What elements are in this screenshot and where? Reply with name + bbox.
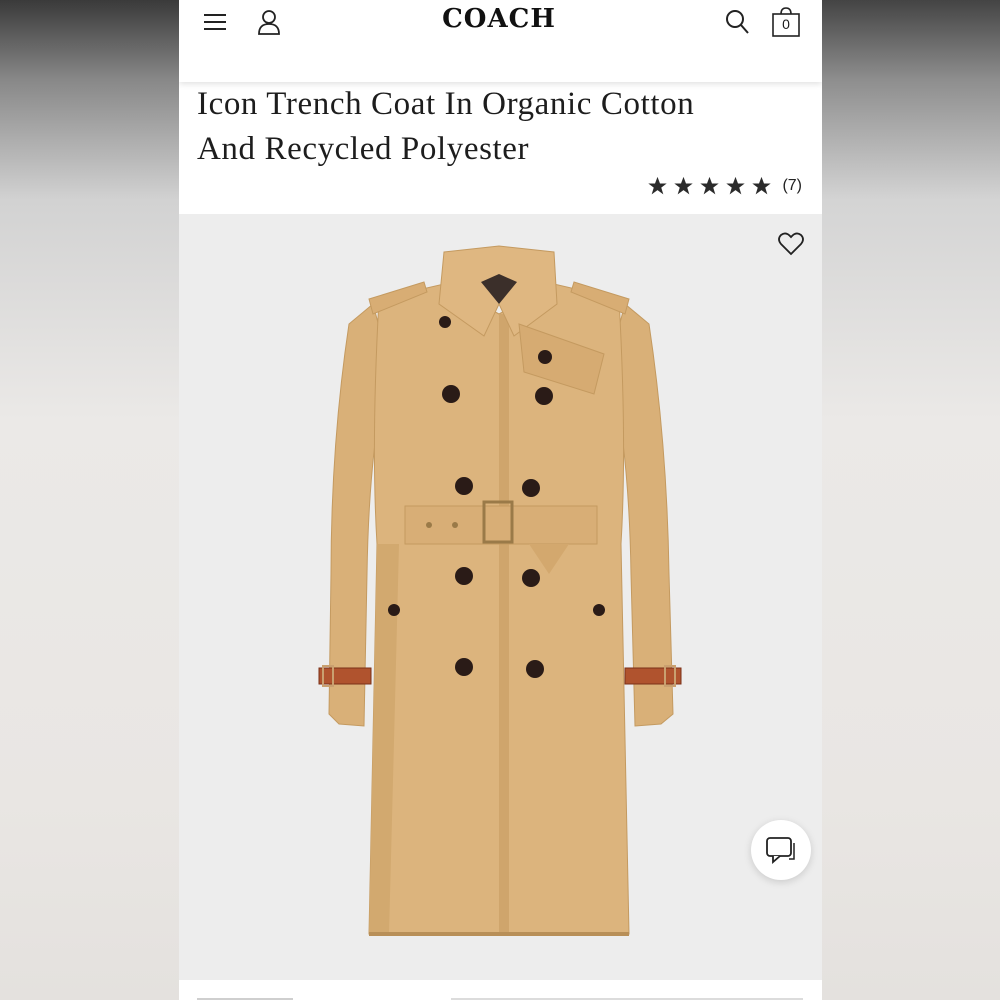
star-icon	[726, 176, 746, 195]
star-icon	[752, 176, 772, 195]
product-title: Icon Trench Coat In Organic Cotton And R…	[197, 82, 797, 172]
top-navigation-bar: COACH 0	[179, 0, 822, 82]
bottom-panel	[179, 980, 822, 1000]
heart-icon[interactable]	[777, 230, 805, 258]
product-page: COACH 0 Icon Trench Coat In Organic Cott…	[179, 0, 822, 1000]
product-rating[interactable]: (7)	[647, 175, 802, 197]
user-account-icon[interactable]	[257, 9, 281, 35]
star-icon	[700, 176, 720, 195]
search-icon[interactable]	[725, 9, 749, 35]
background-left	[0, 0, 179, 1000]
brand-logo[interactable]: COACH	[379, 4, 619, 34]
background-right	[822, 0, 1000, 1000]
product-image-area	[179, 214, 822, 980]
hamburger-menu-icon[interactable]	[203, 11, 227, 33]
bag-count: 0	[782, 16, 790, 32]
product-title-line-2: And Recycled Polyester	[197, 131, 530, 167]
product-title-line-1: Icon Trench Coat In Organic Cotton	[197, 86, 695, 122]
star-icon	[674, 176, 694, 195]
trench-coat-product-image[interactable]	[309, 244, 689, 954]
shopping-bag-button[interactable]: 0	[771, 6, 801, 38]
review-count[interactable]: (7)	[782, 177, 802, 195]
chat-button[interactable]	[751, 820, 811, 880]
rating-stars	[647, 176, 772, 196]
star-icon	[648, 176, 668, 195]
chat-bubble-icon	[766, 837, 795, 864]
